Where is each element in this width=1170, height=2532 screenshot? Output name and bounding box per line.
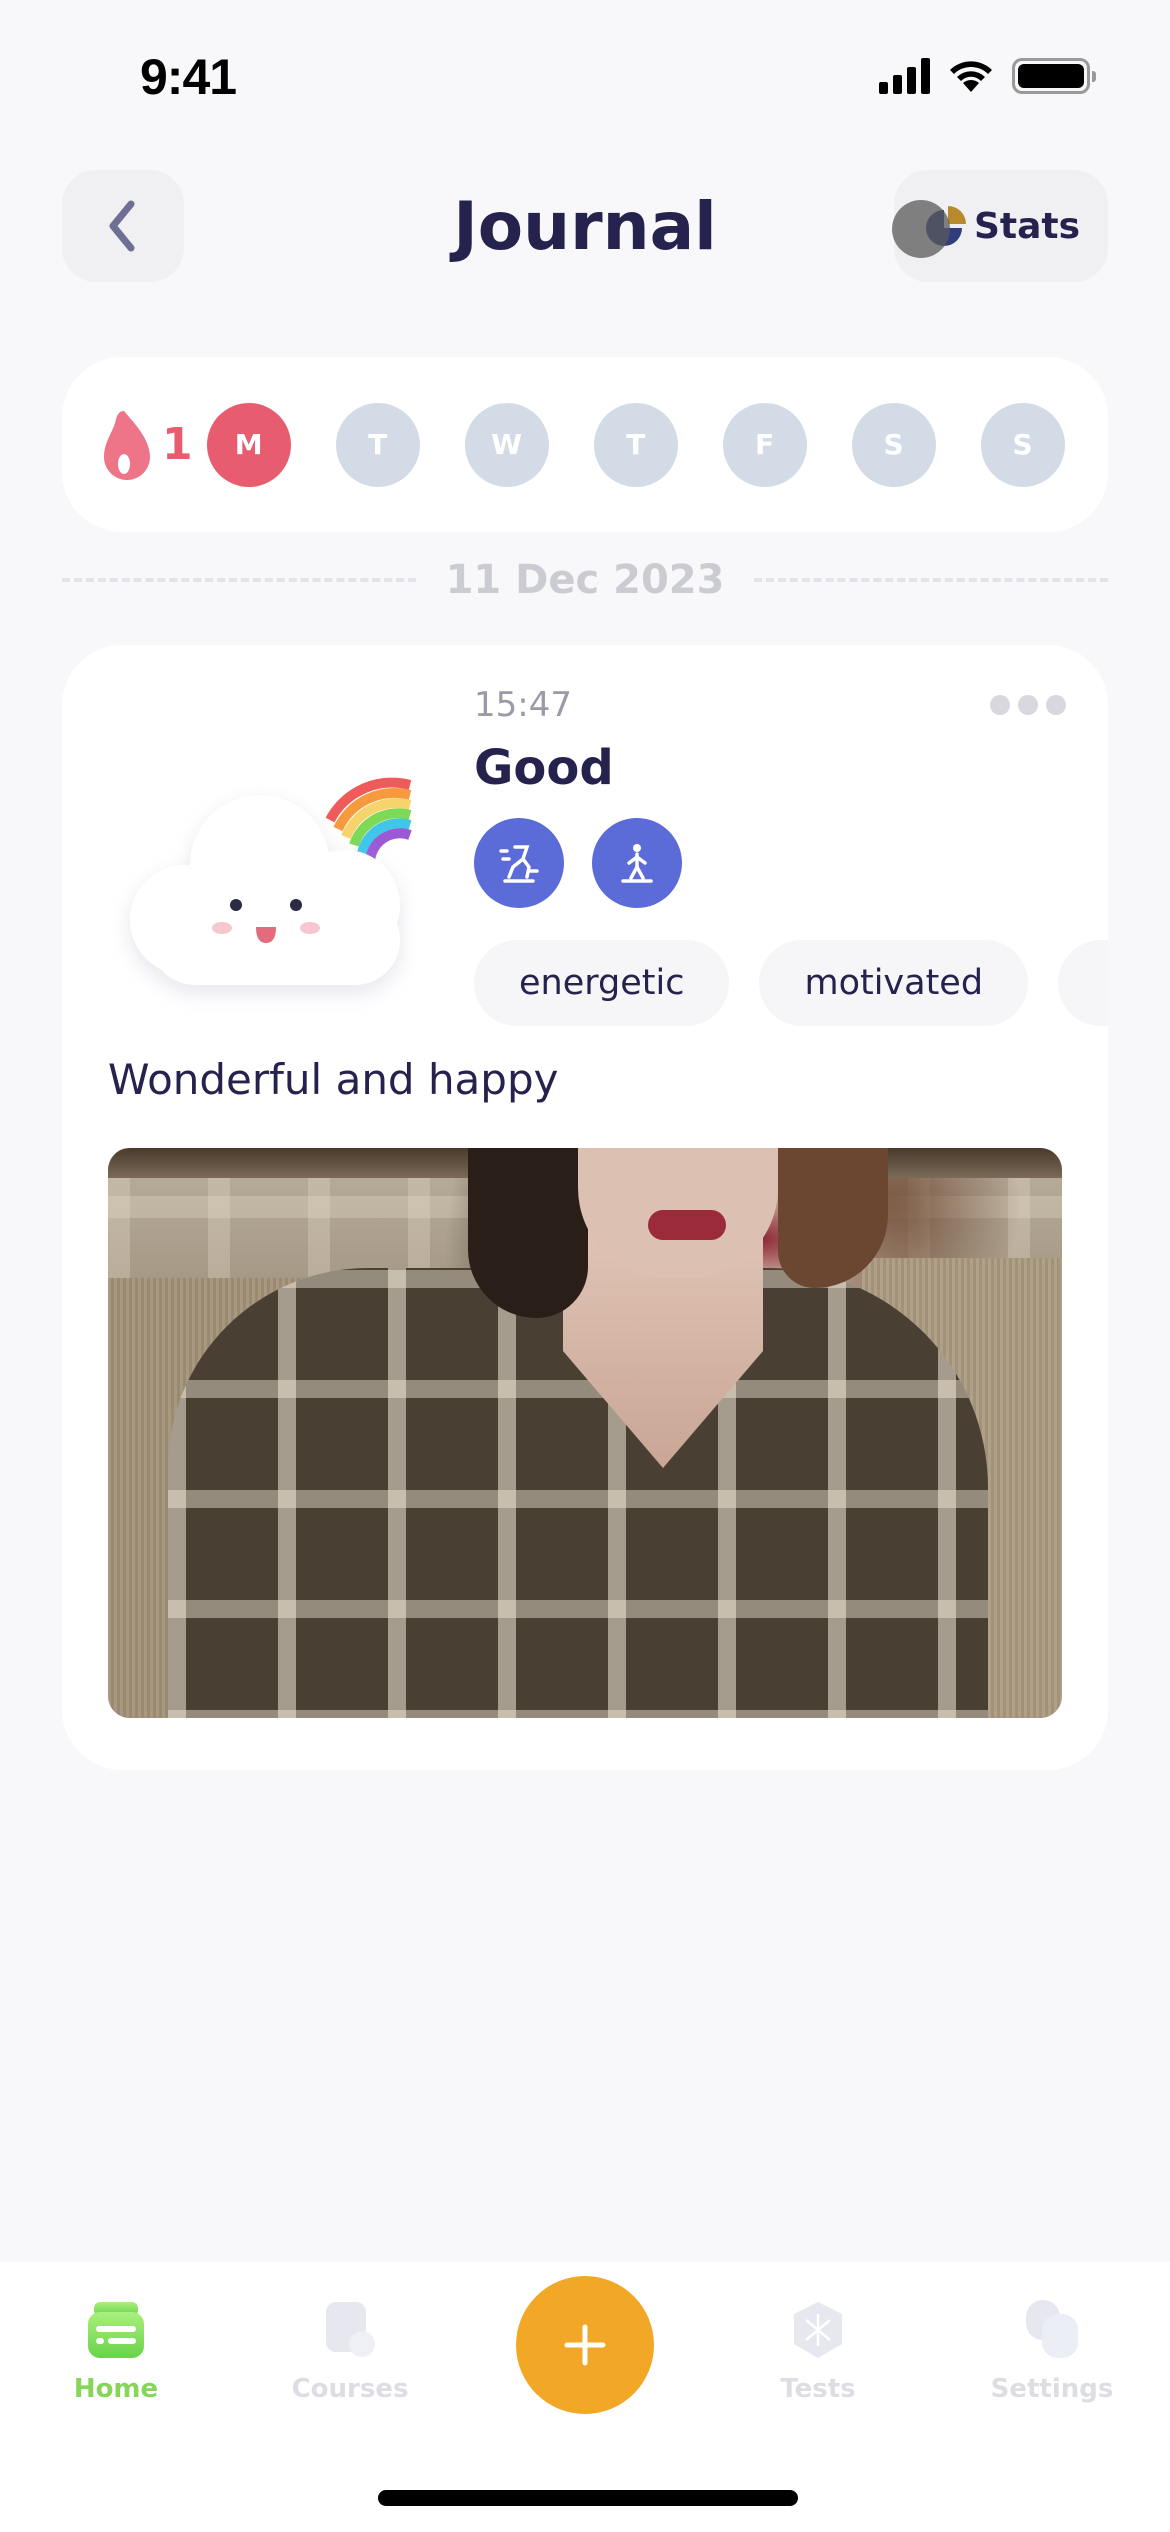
tag-chip[interactable] <box>1058 940 1108 1026</box>
activity-list <box>474 818 682 908</box>
week-streak-card: 1 M T W T F S S <box>62 357 1108 532</box>
day-thursday[interactable]: T <box>593 402 678 487</box>
battery-icon <box>1012 58 1096 94</box>
walking-icon <box>621 844 653 883</box>
day-friday[interactable]: F <box>722 402 807 487</box>
day-tuesday[interactable]: T <box>335 402 420 487</box>
touch-indicator <box>892 200 950 258</box>
day-wednesday[interactable]: W <box>464 402 549 487</box>
nav-label: Tests <box>780 2374 856 2404</box>
divider-line <box>62 578 416 582</box>
running-icon <box>499 845 539 883</box>
entry-note: Wonderful and happy <box>108 1055 559 1104</box>
status-bar: 9:41 <box>0 0 1170 150</box>
entry-photo[interactable] <box>108 1148 1062 1718</box>
nav-label: Settings <box>990 2374 1114 2404</box>
date-label: 11 Dec 2023 <box>445 557 725 603</box>
tests-icon <box>794 2302 842 2358</box>
journal-entry-card[interactable]: 15:47 Good energetic motivated Wonderful… <box>62 645 1108 1770</box>
more-dot-icon <box>1018 695 1038 715</box>
courses-icon <box>326 2302 375 2357</box>
nav-label: Home <box>73 2374 159 2404</box>
header: Journal Stats <box>0 170 1170 285</box>
plus-icon <box>564 2324 606 2366</box>
more-dot-icon <box>990 695 1010 715</box>
home-icon <box>88 2302 144 2358</box>
home-indicator[interactable] <box>378 2490 798 2506</box>
tag-chip[interactable]: motivated <box>759 940 1029 1026</box>
more-dot-icon <box>1046 695 1066 715</box>
wifi-icon <box>950 61 992 92</box>
day-sunday[interactable]: S <box>980 402 1065 487</box>
nav-home[interactable]: Home <box>26 2298 206 2404</box>
week-days: M T W T F S S <box>206 402 1065 487</box>
date-divider: 11 Dec 2023 <box>62 555 1109 605</box>
settings-icon <box>1026 2300 1078 2358</box>
entry-time: 15:47 <box>474 685 572 725</box>
tag-chip[interactable]: energetic <box>474 940 730 1026</box>
activity-walking[interactable] <box>592 818 682 908</box>
feeling-tags: energetic motivated <box>474 940 1108 1030</box>
add-entry-button[interactable] <box>516 2276 654 2414</box>
nav-tests[interactable]: Tests <box>728 2298 908 2404</box>
flame-icon <box>104 410 150 480</box>
day-saturday[interactable]: S <box>851 402 936 487</box>
day-monday[interactable]: M <box>206 402 291 487</box>
streak-count: 1 <box>162 419 193 470</box>
nav-settings[interactable]: Settings <box>962 2298 1142 2404</box>
nav-label: Courses <box>291 2374 409 2404</box>
nav-courses[interactable]: Courses <box>260 2298 440 2404</box>
stats-label: Stats <box>973 205 1081 247</box>
more-options-button[interactable] <box>990 695 1066 715</box>
status-icons <box>879 58 1096 94</box>
cellular-signal-icon <box>879 58 930 94</box>
happy-cloud-rainbow-icon <box>130 777 412 985</box>
mood-label: Good <box>474 740 614 796</box>
streak-counter: 1 <box>100 409 193 481</box>
status-time: 9:41 <box>140 49 237 105</box>
divider-line <box>754 578 1109 582</box>
activity-running[interactable] <box>474 818 564 908</box>
